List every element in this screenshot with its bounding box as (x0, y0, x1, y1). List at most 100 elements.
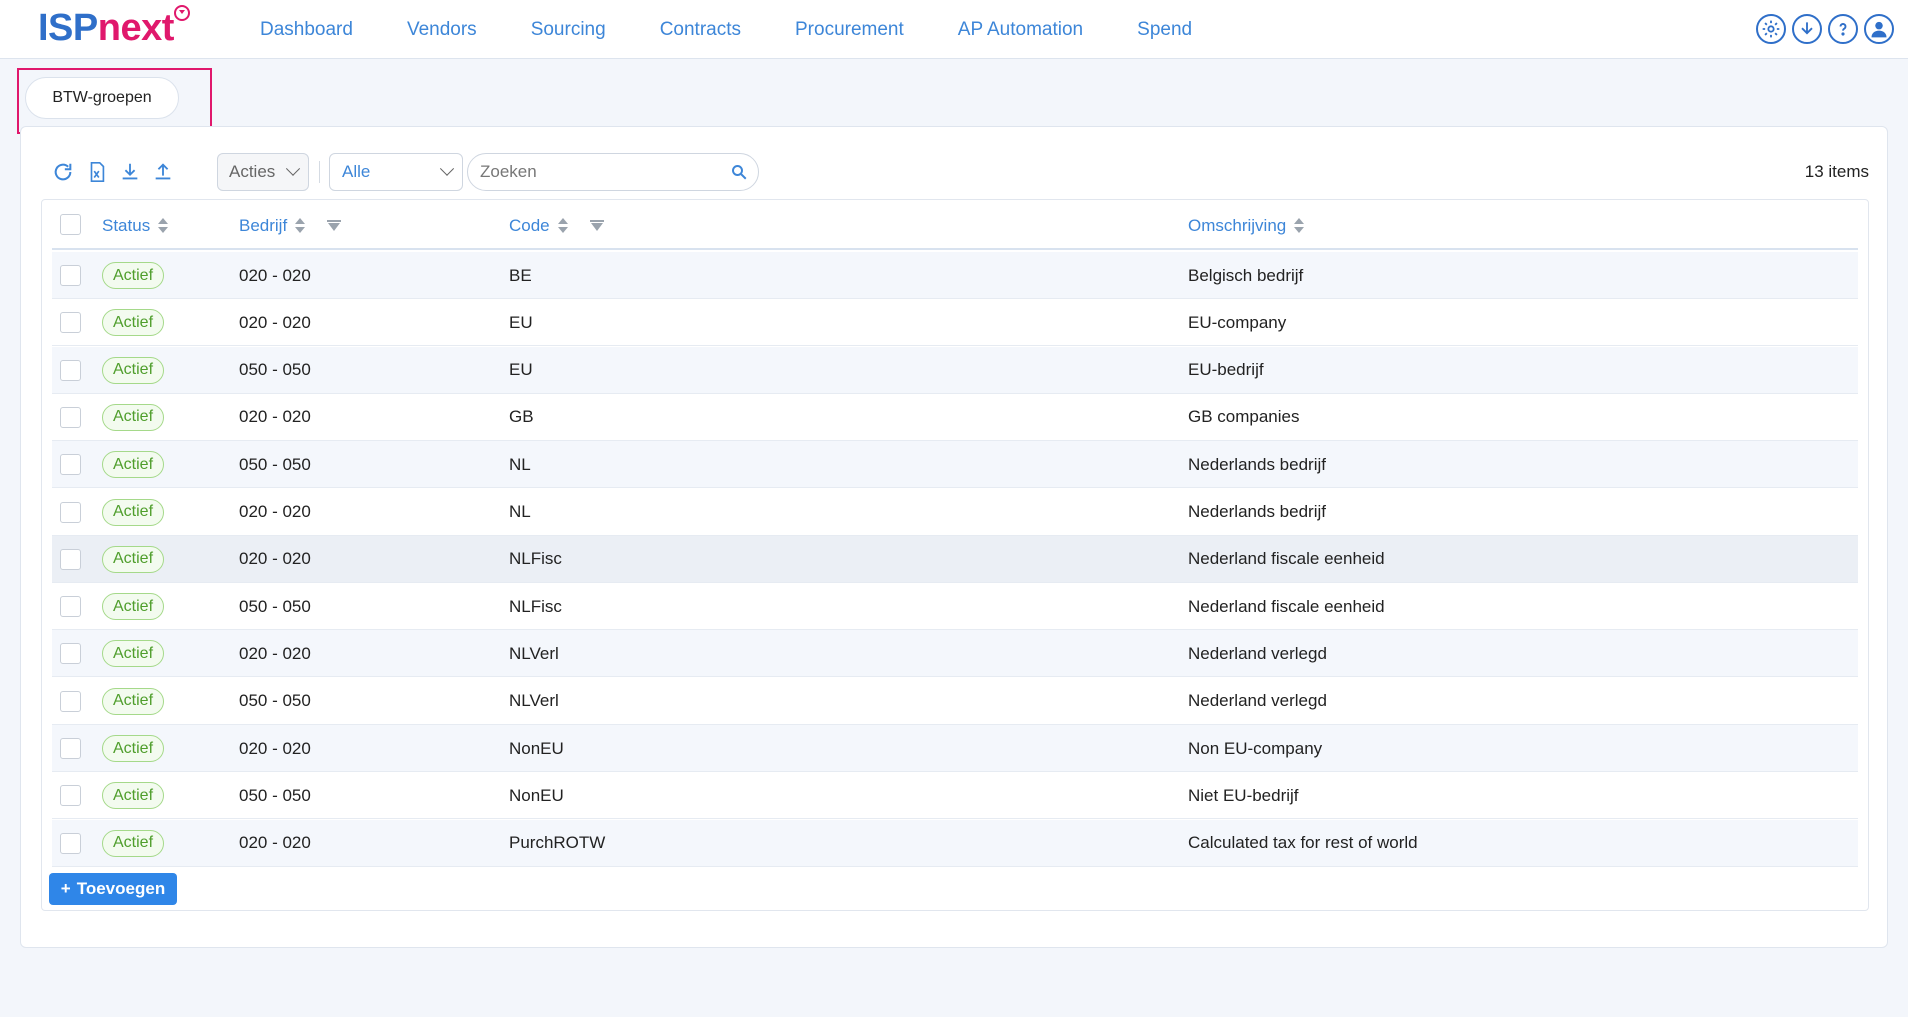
nav-spend[interactable]: Spend (1137, 19, 1192, 41)
nav-dashboard[interactable]: Dashboard (260, 19, 353, 41)
status-filter-select[interactable]: Alle (329, 153, 463, 191)
bedrijf-cell: 020 - 020 (239, 265, 311, 285)
user-icon[interactable] (1864, 14, 1894, 44)
status-badge: Actief (102, 735, 165, 762)
table-row[interactable]: Actief 020 - 020 EU EU-company (52, 299, 1858, 347)
row-checkbox[interactable] (60, 406, 81, 428)
search-input[interactable] (480, 154, 720, 190)
plus-icon: + (60, 879, 71, 898)
nav-sourcing[interactable]: Sourcing (531, 19, 606, 41)
row-checkbox[interactable] (60, 596, 81, 618)
table-row[interactable]: Actief 020 - 020 NLFisc Nederland fiscale e… (52, 535, 1858, 583)
status-cell: Actief (102, 583, 165, 630)
table-row[interactable]: Actief 050 - 050 NL Nederlands bedrijf (52, 441, 1858, 489)
toolbar-divider (319, 161, 320, 183)
column-header-code[interactable]: Code (509, 216, 604, 236)
status-cell: Actief (102, 678, 165, 725)
toevoegen-button[interactable]: + Toevoegen (49, 873, 177, 905)
omschrijving-cell: GB companies (1188, 407, 1300, 427)
table-row[interactable]: Actief 020 - 020 NLVerl Nederland verlegd (52, 630, 1858, 678)
row-checkbox[interactable] (60, 690, 81, 712)
item-count: 13 items (1804, 162, 1869, 181)
nav-procurement[interactable]: Procurement (795, 19, 904, 41)
column-header-bedrijf[interactable]: Bedrijf (239, 216, 342, 236)
refresh-icon[interactable] (49, 157, 77, 187)
omschrijving-cell: EU-bedrijf (1188, 360, 1264, 380)
chevron-down-icon (285, 161, 301, 176)
sort-icon[interactable] (295, 217, 306, 235)
column-label-bedrijf: Bedrijf (239, 216, 288, 235)
omschrijving-cell: Nederlands bedrijf (1188, 454, 1326, 474)
table-row[interactable]: Actief 020 - 020 NL Nederlands bedrijf (52, 489, 1858, 536)
status-cell: Actief (102, 489, 165, 536)
ispnext-logo[interactable]: ISPnext (38, 8, 174, 48)
filter-icon[interactable] (589, 220, 604, 232)
row-checkbox[interactable] (60, 359, 81, 381)
bedrijf-cell: 050 - 050 (239, 454, 311, 474)
status-badge: Actief (102, 309, 165, 337)
nav-ap-automation[interactable]: AP Automation (958, 19, 1083, 41)
table-row[interactable]: Actief 020 - 020 PurchROTW Calculated tax f… (52, 819, 1858, 867)
status-badge: Actief (102, 498, 165, 526)
code-cell: GB (509, 407, 534, 427)
acties-dropdown[interactable]: Acties (217, 153, 309, 191)
status-cell: Actief (102, 536, 165, 583)
excel-export-icon[interactable] (83, 157, 111, 187)
logo-part-next: next (97, 7, 175, 49)
status-badge: Actief (102, 829, 165, 857)
column-label-status: Status (102, 216, 151, 235)
search-icon[interactable] (730, 163, 748, 181)
settings-icon[interactable] (1756, 14, 1786, 44)
sort-icon[interactable] (1294, 217, 1305, 235)
column-header-omschrijving[interactable]: Omschrijving (1188, 216, 1305, 236)
nav-contracts[interactable]: Contracts (660, 19, 741, 41)
table-row[interactable]: Actief 050 - 050 NLFisc Nederland fiscale e… (52, 583, 1858, 631)
row-checkbox[interactable] (60, 265, 81, 286)
download-icon[interactable] (1792, 14, 1822, 44)
table-row[interactable]: Actief 050 - 050 EU EU-bedrijf (52, 346, 1858, 394)
page-tab-btw-groepen[interactable]: BTW-groepen (25, 77, 179, 119)
row-checkbox[interactable] (60, 643, 81, 665)
table-toolbar: Acties Alle 13 items (49, 153, 1869, 193)
download-icon[interactable] (116, 157, 144, 187)
sort-icon[interactable] (557, 217, 568, 235)
select-all-checkbox[interactable] (60, 214, 81, 235)
filter-icon[interactable] (327, 220, 342, 232)
upload-icon[interactable] (149, 157, 177, 187)
bedrijf-cell: 020 - 020 (239, 643, 311, 663)
status-badge: Actief (102, 687, 165, 715)
status-cell: Actief (102, 820, 165, 867)
row-checkbox[interactable] (60, 738, 81, 759)
row-checkbox[interactable] (60, 501, 81, 523)
code-cell: NLFisc (509, 549, 562, 569)
help-icon[interactable] (1828, 14, 1858, 44)
status-badge: Actief (102, 356, 165, 384)
nav-vendors[interactable]: Vendors (407, 19, 477, 41)
table-row[interactable]: Actief 050 - 050 NLVerl Nederland verlegd (52, 678, 1858, 725)
bedrijf-cell: 020 - 020 (239, 312, 311, 332)
bedrijf-cell: 020 - 020 (239, 549, 311, 569)
chevron-down-icon (439, 161, 455, 176)
table-row[interactable]: Actief 020 - 020 BE Belgisch bedrijf (52, 252, 1858, 299)
bedrijf-cell: 020 - 020 (239, 502, 311, 521)
code-cell: EU (509, 312, 533, 332)
bedrijf-cell: 020 - 020 (239, 738, 311, 758)
row-checkbox[interactable] (60, 785, 81, 807)
table-row[interactable]: Actief 020 - 020 NonEU Non EU-company (52, 725, 1858, 772)
table-header: Status Bedrijf Code Omschrijving (52, 200, 1858, 250)
row-checkbox[interactable] (60, 548, 81, 570)
bedrijf-cell: 020 - 020 (239, 833, 311, 853)
table-row[interactable]: Actief 020 - 020 GB GB companies (52, 394, 1858, 441)
table-row[interactable]: Actief 050 - 050 NonEU Niet EU-bedrijf (52, 772, 1858, 820)
omschrijving-cell: Belgisch bedrijf (1188, 265, 1304, 285)
column-header-status[interactable]: Status (102, 216, 169, 236)
row-checkbox[interactable] (60, 312, 81, 334)
row-checkbox[interactable] (60, 454, 81, 476)
sort-icon[interactable] (158, 217, 169, 235)
status-cell: Actief (102, 441, 165, 488)
omschrijving-cell: Nederland verlegd (1188, 643, 1327, 663)
main-panel: Acties Alle 13 items Status Bedrijf (20, 126, 1888, 948)
main-nav: Dashboard Vendors Sourcing Contracts Pro… (260, 0, 1246, 59)
row-checkbox[interactable] (60, 832, 81, 854)
top-icon-group (1756, 14, 1894, 44)
